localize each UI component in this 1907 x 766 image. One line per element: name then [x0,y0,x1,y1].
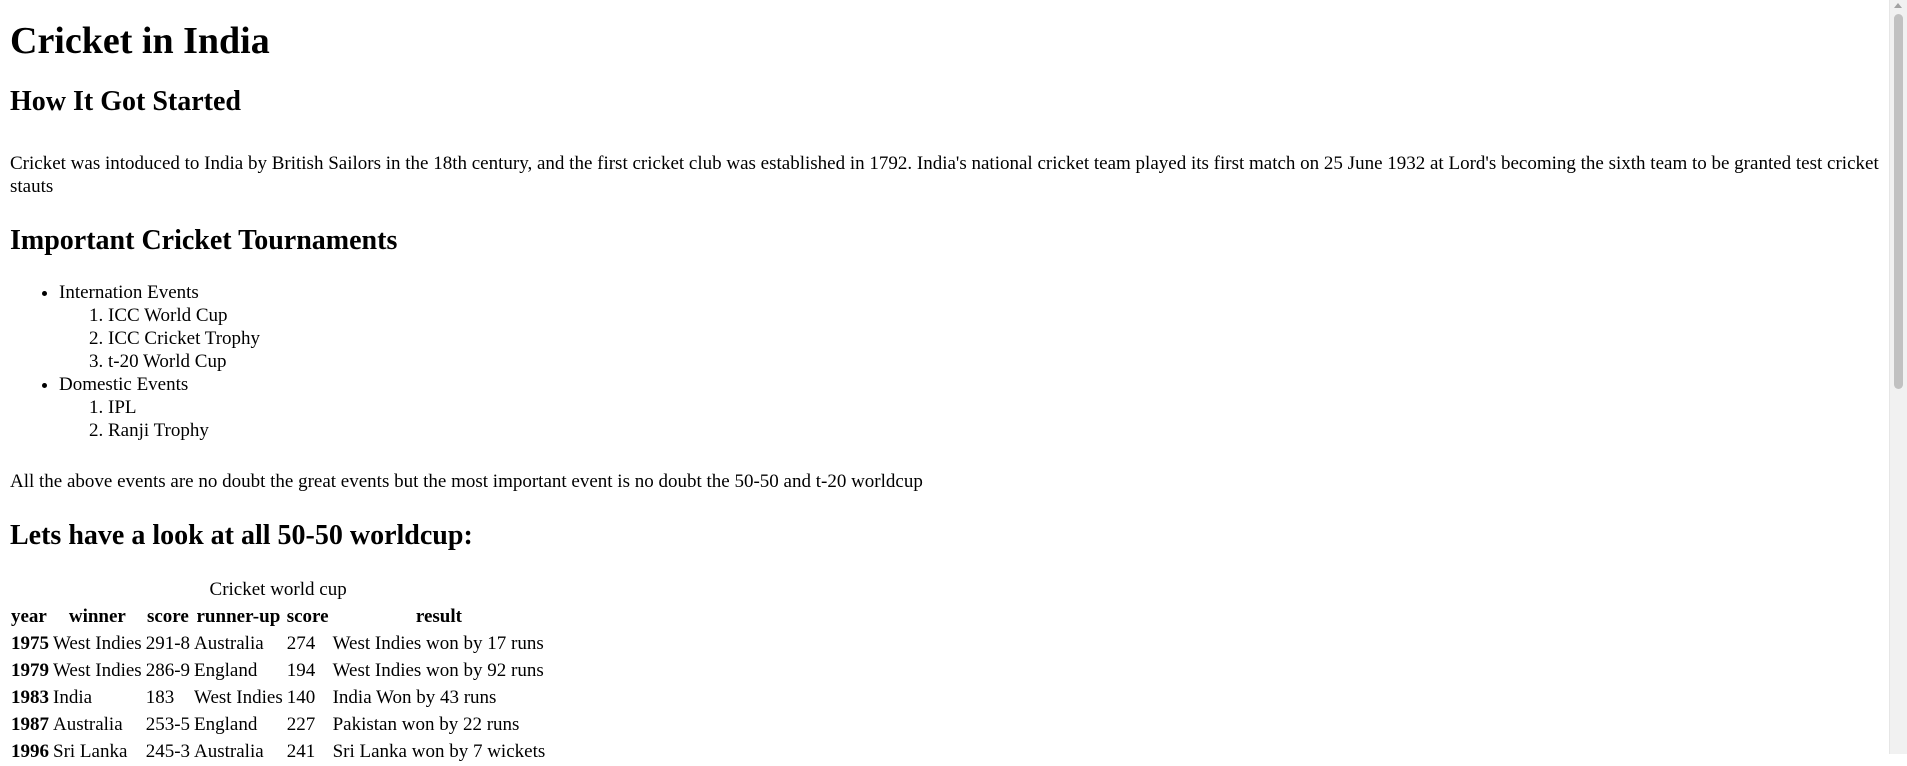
winner-cell: Australia [53,714,123,735]
column-header-year: year [11,606,47,627]
runner-up-cell: England [194,660,258,681]
runner-up-cell: Australia [194,741,264,762]
result-cell: Sri Lanka won by 7 wickets [332,741,546,762]
runner-up-score-cell: 194 [286,660,316,681]
winner-cell: West Indies [53,660,142,681]
group-label: Domestic Events [59,374,189,395]
history-paragraph: Cricket was intoduced to India by Britis… [10,153,1879,197]
year-cell: 1983 [11,687,49,708]
column-header-score: score [286,606,329,627]
column-header-score: score [146,606,189,627]
table-row: 1979 West Indies 286-9 England 194 West … [10,658,546,683]
list-item: IPL [108,396,1890,419]
year-cell: 1979 [11,660,49,681]
winner-score-cell: 286-9 [145,660,191,681]
winner-score-cell: 291-8 [145,633,191,654]
page-title: Cricket in India [10,20,270,62]
table-row: 1983 India 183 West Indies 140 India Won… [10,685,546,710]
column-header-result: result [415,606,462,627]
winner-score-cell: 183 [145,687,175,708]
international-events-list: ICC World Cup ICC Cricket Trophy t-20 Wo… [59,304,1890,373]
winner-cell: Sri Lanka [53,741,128,762]
worldcup-table: Cricket world cup year winner score runn… [8,578,548,766]
page-content: Cricket in India How It Got Started Cric… [10,0,1890,766]
section-heading-how-it-started: How It Got Started [10,86,241,117]
list-item: ICC World Cup [108,304,1890,327]
winner-score-cell: 253-5 [145,714,191,735]
vertical-scrollbar[interactable] [1889,0,1907,754]
year-cell: 1996 [11,741,49,762]
domestic-events-list: IPL Ranji Trophy [59,396,1890,442]
runner-up-score-cell: 227 [286,714,316,735]
year-cell: 1987 [11,714,49,735]
runner-up-cell: West Indies [194,687,283,708]
tournament-list: Internation Events ICC World Cup ICC Cri… [10,281,1890,442]
column-header-winner: winner [68,606,126,627]
scroll-up-arrow-icon[interactable] [1894,3,1902,8]
table-header-row: year winner score runner-up score result [10,604,546,629]
column-header-runner-up: runner-up [196,606,281,627]
runner-up-score-cell: 241 [286,741,316,762]
list-item-international: Internation Events ICC World Cup ICC Cri… [59,281,1890,373]
list-item: ICC Cricket Trophy [108,327,1890,350]
runner-up-score-cell: 140 [286,687,316,708]
list-item: Ranji Trophy [108,419,1890,442]
runner-up-score-cell: 274 [286,633,316,654]
runner-up-cell: Australia [194,633,264,654]
table-row: 1996 Sri Lanka 245-3 Australia 241 Sri L… [10,739,546,764]
winner-cell: India [53,687,93,708]
table-row: 1987 Australia 253-5 England 227 Pakista… [10,712,546,737]
section-heading-worldcup: Lets have a look at all 50-50 worldcup: [10,520,473,551]
result-cell: West Indies won by 92 runs [332,660,544,681]
result-cell: West Indies won by 17 runs [332,633,544,654]
table-row: 1975 West Indies 291-8 Australia 274 Wes… [10,631,546,656]
table-caption: Cricket world cup [209,579,347,600]
list-item-domestic: Domestic Events IPL Ranji Trophy [59,373,1890,442]
scrollbar-thumb[interactable] [1894,14,1903,389]
group-label: Internation Events [59,282,199,303]
runner-up-cell: England [194,714,258,735]
events-summary-paragraph: All the above events are no doubt the gr… [10,471,923,492]
year-cell: 1975 [11,633,49,654]
result-cell: India Won by 43 runs [332,687,497,708]
section-heading-tournaments: Important Cricket Tournaments [10,225,398,256]
list-item: t-20 World Cup [108,350,1890,373]
winner-score-cell: 245-3 [145,741,191,762]
winner-cell: West Indies [53,633,142,654]
result-cell: Pakistan won by 22 runs [332,714,520,735]
